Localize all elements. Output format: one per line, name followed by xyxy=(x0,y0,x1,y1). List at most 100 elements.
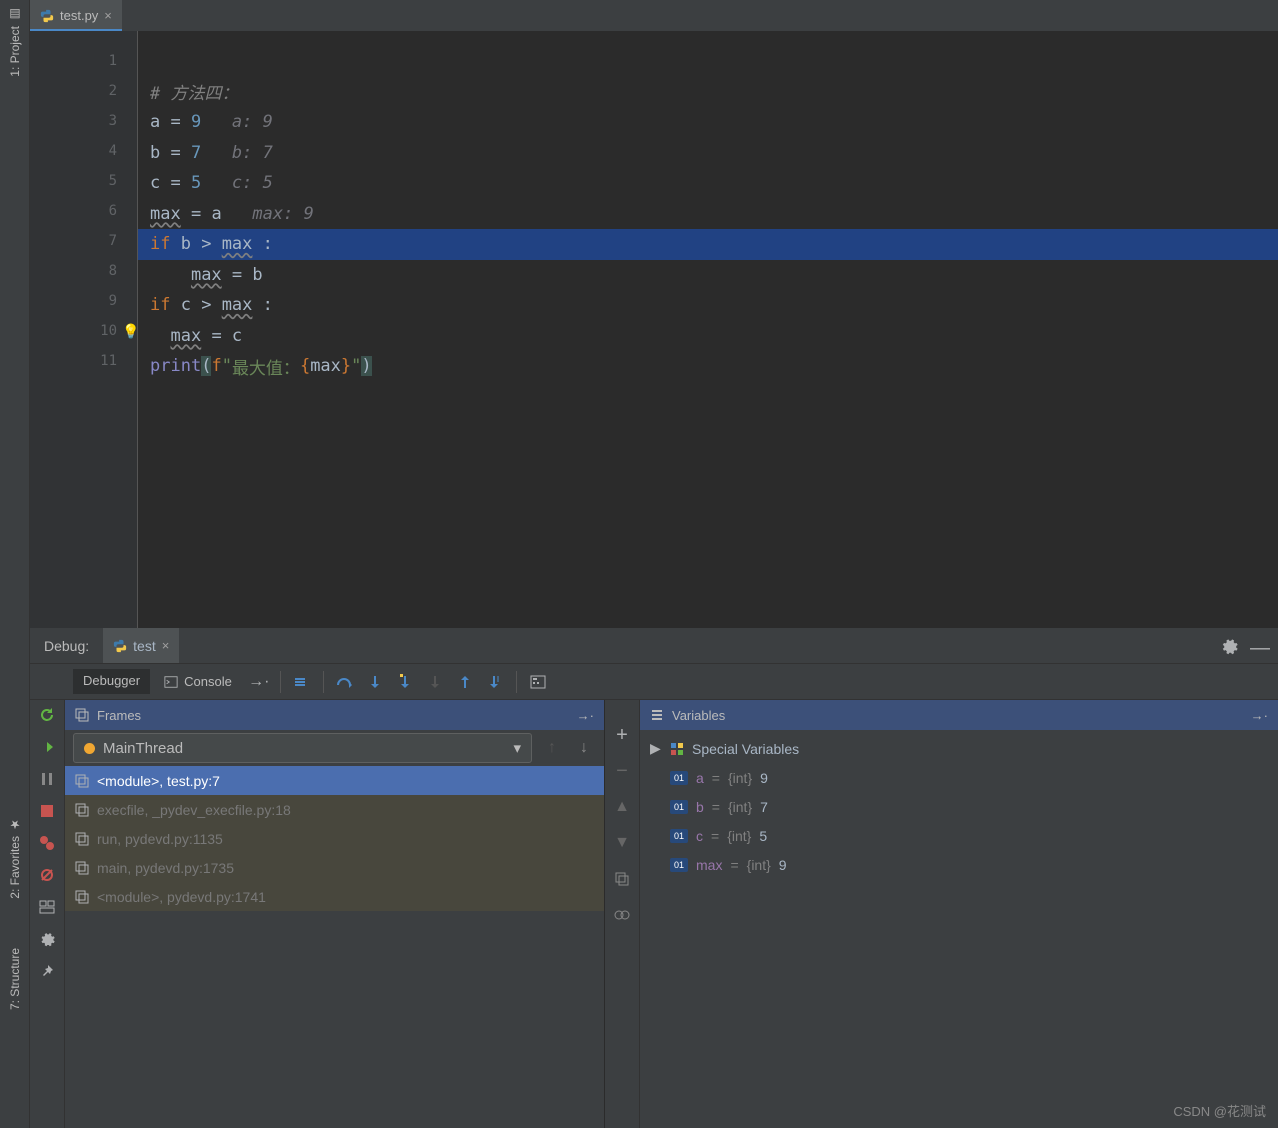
list-icon xyxy=(650,709,664,721)
duplicate-watch-icon[interactable] xyxy=(611,868,633,890)
var-type: {int} xyxy=(727,828,751,844)
run-to-cursor-icon[interactable] xyxy=(482,669,508,695)
structure-label: 7: Structure xyxy=(8,948,22,1010)
move-down-icon[interactable]: ▼ xyxy=(611,832,633,854)
frame-item[interactable]: <module>, pydevd.py:1741 xyxy=(65,882,604,911)
variables-panel: Variables →· ▶ Special Variables 01 a = … xyxy=(640,700,1278,1128)
debug-header: Debug: test × — xyxy=(30,628,1278,664)
code-content[interactable]: # 方法四： a = 9 a: 9 b = 7 b: 7 c = 5 c: 5 … xyxy=(138,31,1278,628)
structure-tool-button[interactable]: 7: Structure xyxy=(8,940,22,1018)
code-line-6[interactable]: max = a max: 9 xyxy=(138,199,1278,230)
debug-left-actions xyxy=(30,700,65,1128)
line-2[interactable]: 2 xyxy=(30,76,137,106)
restore-layout-icon[interactable]: →· xyxy=(1251,708,1268,723)
var-type: {int} xyxy=(728,799,752,815)
intention-bulb-icon[interactable]: 💡 xyxy=(122,324,136,338)
evaluate-expression-icon[interactable] xyxy=(525,669,551,695)
pin-tab-icon[interactable]: →· xyxy=(246,669,272,695)
settings-icon[interactable] xyxy=(36,928,58,950)
line-1[interactable]: 1 xyxy=(30,46,137,76)
int-badge-icon: 01 xyxy=(670,858,688,872)
inline-hint: a: 9 xyxy=(201,112,273,132)
code-line-4[interactable]: b = 7 b: 7 xyxy=(138,138,1278,169)
debugger-tab[interactable]: Debugger xyxy=(73,669,150,694)
code-line-5[interactable]: c = 5 c: 5 xyxy=(138,168,1278,199)
frame-item[interactable]: run, pydevd.py:1135 xyxy=(65,824,604,853)
gear-icon[interactable] xyxy=(1220,637,1238,655)
minimize-icon[interactable]: — xyxy=(1250,637,1268,655)
debug-session-tab[interactable]: test × xyxy=(103,628,179,663)
resume-icon[interactable] xyxy=(36,736,58,758)
var-row[interactable]: 01 a = {int} 9 xyxy=(640,763,1278,792)
add-watch-icon[interactable]: + xyxy=(611,724,633,746)
code-line-7-current[interactable]: if b > max : xyxy=(138,229,1278,260)
var-row[interactable]: 01 c = {int} 5 xyxy=(640,821,1278,850)
var-value: 7 xyxy=(760,799,768,815)
move-up-icon[interactable]: ▲ xyxy=(611,796,633,818)
rerun-icon[interactable] xyxy=(36,704,58,726)
show-watches-icon[interactable] xyxy=(611,904,633,926)
debug-panel: Debug: test × — Debugger Console →· xyxy=(30,628,1278,1128)
var-value: 5 xyxy=(759,828,767,844)
close-icon[interactable]: × xyxy=(104,8,112,23)
step-out-icon[interactable] xyxy=(452,669,478,695)
code-line-11[interactable]: print(f"最大值：{max}") xyxy=(138,351,1278,382)
frames-header: Frames →· xyxy=(65,700,604,730)
line-4[interactable]: 4 xyxy=(30,136,137,166)
frame-text: <module>, test.py:7 xyxy=(97,773,220,789)
frame-text: execfile, _pydev_execfile.py:18 xyxy=(97,802,291,818)
special-vars-label: Special Variables xyxy=(692,741,799,757)
prev-frame-icon[interactable]: ↑ xyxy=(540,736,564,760)
step-over-icon[interactable] xyxy=(332,669,358,695)
code-line-3[interactable]: a = 9 a: 9 xyxy=(138,107,1278,138)
frames-icon xyxy=(75,708,89,722)
code-line-10[interactable]: max = c xyxy=(138,321,1278,352)
layout-icon[interactable] xyxy=(36,896,58,918)
line-3[interactable]: 3 xyxy=(30,106,137,136)
var-row[interactable]: 01 b = {int} 7 xyxy=(640,792,1278,821)
frame-item[interactable]: execfile, _pydev_execfile.py:18 xyxy=(65,795,604,824)
mute-breakpoints-icon[interactable] xyxy=(36,864,58,886)
line-11[interactable]: 11 xyxy=(30,346,137,376)
show-execution-point-icon[interactable] xyxy=(289,669,315,695)
view-breakpoints-icon[interactable] xyxy=(36,832,58,854)
line-6[interactable]: 6 xyxy=(30,196,137,226)
var-row[interactable]: 01 max = {int} 9 xyxy=(640,850,1278,879)
expand-arrow-icon[interactable]: ▶ xyxy=(650,740,662,757)
step-into-my-code-icon[interactable] xyxy=(392,669,418,695)
line-5[interactable]: 5 xyxy=(30,166,137,196)
thread-status-icon xyxy=(84,743,95,754)
force-step-into-icon[interactable] xyxy=(422,669,448,695)
code-line-8[interactable]: max = b xyxy=(138,260,1278,291)
code-line-9[interactable]: if c > max : xyxy=(138,290,1278,321)
vars-mid-actions: + − ▲ ▼ xyxy=(605,700,640,1128)
remove-watch-icon[interactable]: − xyxy=(611,760,633,782)
next-frame-icon[interactable]: ↓ xyxy=(572,736,596,760)
inline-hint: c: 5 xyxy=(201,173,273,193)
step-into-icon[interactable] xyxy=(362,669,388,695)
pin-icon[interactable] xyxy=(36,960,58,982)
code-line-2[interactable]: # 方法四： xyxy=(138,77,1278,108)
favorites-tool-button[interactable]: 2: Favorites ★ xyxy=(8,810,22,907)
var-value: 9 xyxy=(779,857,787,873)
frame-item[interactable]: <module>, test.py:7 xyxy=(65,766,604,795)
thread-selector[interactable]: MainThread ▾ xyxy=(73,733,532,763)
line-8[interactable]: 8 xyxy=(30,256,137,286)
close-icon[interactable]: × xyxy=(162,638,170,653)
line-9[interactable]: 9 xyxy=(30,286,137,316)
line-10[interactable]: 10 💡 xyxy=(30,316,137,346)
line-7[interactable]: 7 xyxy=(30,226,137,256)
restore-layout-icon[interactable]: →· xyxy=(577,708,594,723)
code-line-1[interactable] xyxy=(138,46,1278,77)
debug-body: Frames →· MainThread ▾ ↑ ↓ <module>, tes… xyxy=(30,700,1278,1128)
editor-tabs: test.py × xyxy=(30,0,1278,31)
frame-item[interactable]: main, pydevd.py:1735 xyxy=(65,853,604,882)
special-vars-row[interactable]: ▶ Special Variables xyxy=(640,734,1278,763)
console-tab[interactable]: Console xyxy=(154,670,242,693)
stop-icon[interactable] xyxy=(36,800,58,822)
line-number-gutter[interactable]: 1 2 3 4 5 6 7 8 9 10 💡 11 xyxy=(30,31,138,628)
editor-tab-testpy[interactable]: test.py × xyxy=(30,0,122,31)
pause-icon[interactable] xyxy=(36,768,58,790)
stack-frame-icon xyxy=(75,832,89,846)
project-tool-button[interactable]: 1: Project ▤ xyxy=(8,0,22,85)
